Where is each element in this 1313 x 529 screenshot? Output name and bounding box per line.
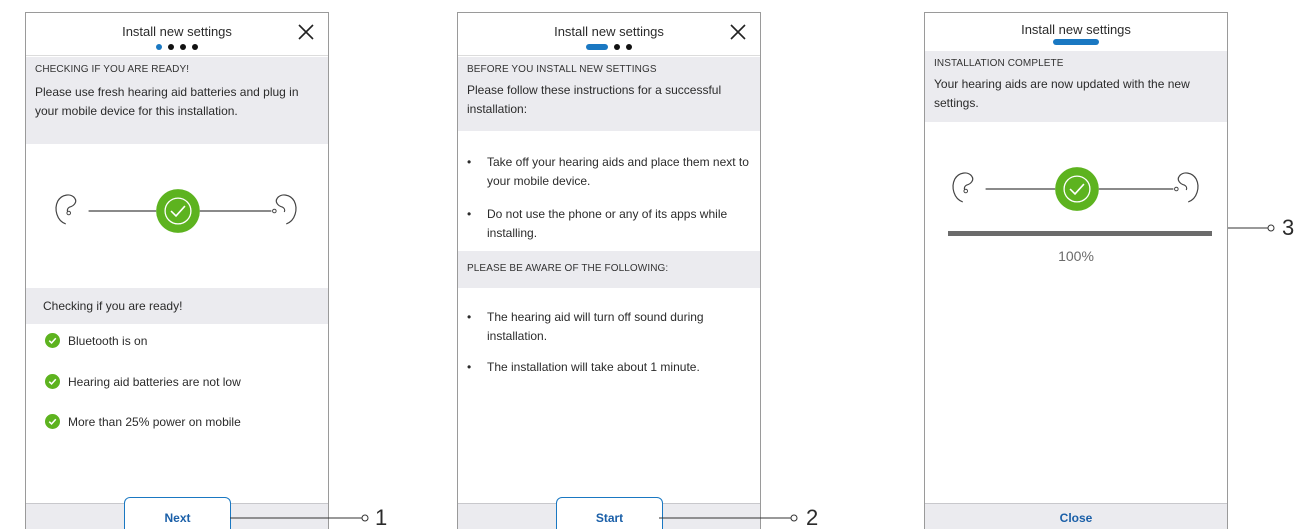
callout-line-2 — [659, 514, 798, 522]
footer-bar: Close — [925, 503, 1227, 529]
check-item-label: Hearing aid batteries are not low — [68, 374, 241, 389]
note-item: • The hearing aid will turn off sound du… — [467, 308, 750, 346]
check-item: More than 25% power on mobile — [45, 414, 241, 429]
instruction-item: • Take off your hearing aids and place t… — [467, 153, 750, 191]
next-button[interactable]: Next — [124, 497, 231, 529]
screen-checking-ready: Install new settings CHECKING IF YOU ARE… — [25, 12, 329, 529]
checklist-heading: Checking if you are ready! — [43, 299, 183, 313]
intro-text: Please use fresh hearing aid batteries a… — [35, 85, 299, 118]
aware-heading-band: PLEASE BE AWARE OF THE FOLLOWING: — [458, 251, 760, 288]
screen-title: Install new settings — [554, 24, 664, 39]
bullet-icon: • — [467, 207, 472, 221]
intro-text: Your hearing aids are now updated with t… — [934, 77, 1190, 110]
intro-section: BEFORE YOU INSTALL NEW SETTINGS Please f… — [458, 57, 760, 131]
step-progress-pill — [586, 44, 608, 50]
callout-number-3: 3 — [1282, 215, 1295, 240]
right-hearing-aid-icon — [272, 194, 297, 225]
right-hearing-aid-icon — [1174, 172, 1199, 203]
checklist-heading-band: Checking if you are ready! — [26, 288, 328, 324]
callout-number-1: 1 — [375, 505, 388, 529]
screen-installation-complete: Install new settings INSTALLATION COMPLE… — [924, 12, 1228, 529]
check-circle-icon — [45, 414, 60, 429]
close-icon[interactable] — [296, 22, 316, 42]
intro-section: CHECKING IF YOU ARE READY! Please use fr… — [26, 57, 328, 144]
connection-graphic — [952, 167, 1199, 211]
instruction-text: Take off your hearing aids and place the… — [487, 155, 749, 188]
step-indicator — [26, 43, 328, 51]
connection-graphic — [55, 189, 297, 233]
section-heading: BEFORE YOU INSTALL NEW SETTINGS — [467, 64, 657, 75]
status-check-circle — [156, 189, 200, 233]
screen-header: Install new settings — [26, 13, 328, 56]
section-heading: PLEASE BE AWARE OF THE FOLLOWING: — [467, 263, 669, 274]
screen-before-install: Install new settings BEFORE YOU INSTALL … — [457, 12, 761, 529]
status-check-circle — [1055, 167, 1099, 211]
callout-line-3 — [1228, 224, 1275, 232]
screen-header: Install new settings — [458, 13, 760, 56]
bullet-icon: • — [467, 155, 472, 169]
step-dot — [614, 44, 620, 50]
progress-bar — [948, 231, 1212, 236]
close-button[interactable]: Close — [925, 511, 1227, 525]
check-item: Hearing aid batteries are not low — [45, 374, 241, 389]
check-item-label: More than 25% power on mobile — [68, 414, 241, 429]
step-dot — [626, 44, 632, 50]
check-circle-icon — [45, 374, 60, 389]
screen-title: Install new settings — [1021, 22, 1131, 37]
step-dot — [192, 44, 198, 50]
note-text: The hearing aid will turn off sound duri… — [487, 310, 704, 343]
note-item: • The installation will take about 1 min… — [467, 358, 750, 377]
step-progress-pill — [1053, 39, 1099, 45]
section-heading: CHECKING IF YOU ARE READY! — [35, 64, 190, 75]
check-item: Bluetooth is on — [45, 333, 147, 348]
check-circle-icon — [45, 333, 60, 348]
step-dot — [180, 44, 186, 50]
left-hearing-aid-icon — [55, 194, 77, 225]
callout-number-2: 2 — [806, 505, 819, 529]
instruction-text: Do not use the phone or any of its apps … — [487, 207, 728, 240]
instruction-item: • Do not use the phone or any of its app… — [467, 205, 750, 243]
step-indicator — [458, 43, 760, 51]
left-hearing-aid-icon — [952, 172, 974, 203]
check-item-label: Bluetooth is on — [68, 333, 148, 348]
progress-percent-label: 100% — [1058, 248, 1094, 264]
start-button[interactable]: Start — [556, 497, 663, 529]
bullet-icon: • — [467, 310, 472, 324]
close-icon[interactable] — [728, 22, 748, 42]
intro-text: Please follow these instructions for a s… — [467, 83, 722, 116]
step-dot-active — [156, 44, 162, 50]
callout-line-1 — [230, 514, 369, 522]
screen-title: Install new settings — [122, 24, 232, 39]
screen-header: Install new settings — [925, 13, 1227, 56]
progress-bar-fill — [948, 231, 1212, 236]
section-heading: INSTALLATION COMPLETE — [934, 58, 1064, 69]
step-dot — [168, 44, 174, 50]
note-text: The installation will take about 1 minut… — [487, 360, 700, 374]
bullet-icon: • — [467, 360, 472, 374]
intro-section: INSTALLATION COMPLETE Your hearing aids … — [925, 51, 1227, 122]
step-indicator — [925, 38, 1227, 46]
